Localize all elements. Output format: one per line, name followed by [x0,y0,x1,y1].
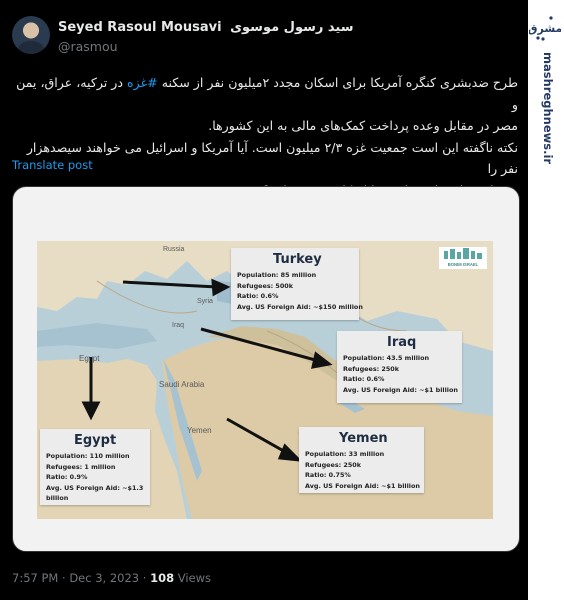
iraq-ratio: Ratio: 0.6% [343,375,385,383]
turkey-population: Population: 85 million [237,271,317,279]
meta-separator-2: · [142,571,147,585]
iraq-population: Population: 43.5 million [343,354,430,362]
post-date[interactable]: Dec 3, 2023 [69,571,139,585]
author-name-fa[interactable]: سید رسول موسوی [230,20,353,35]
author-handle[interactable]: @rasmou [58,39,118,54]
egypt-aid-cont: billion [46,494,69,502]
egypt-card: Egypt Population: 110 million Refugees: … [40,429,150,505]
watermark-sidebar: مشرق mashreghnews.ir [528,0,564,600]
avatar[interactable] [12,16,50,54]
yemen-title: Yemen [339,431,388,446]
map-label-syria: Syria [197,298,213,305]
tweet: Seyed Rasoul Mousavi سید رسول موسوی @ras… [0,0,528,600]
tweet-text: طرح ضدبشری کنگره آمریکا برای اسکان مجدد … [12,72,518,201]
iraq-card: Iraq Population: 43.5 million Refugees: … [337,331,462,403]
map-label-yemen: Yemen [187,426,212,435]
iraq-refugees: Refugees: 250k [343,364,400,373]
turkey-card: Turkey Population: 85 million Refugees: … [231,248,363,320]
egypt-aid: Avg. US Foreign Aid: ~$1.3 [46,483,144,492]
yemen-ratio: Ratio: 0.75% [305,471,351,479]
turkey-aid: Avg. US Foreign Aid: ~$150 million [237,302,363,311]
mashregh-url: mashreghnews.ir [541,52,555,165]
egypt-title: Egypt [74,433,117,448]
tweet-line-2: مصر در مقابل وعده پرداخت کمک‌های مالی به… [208,118,518,133]
post-time[interactable]: 7:57 PM [12,571,58,585]
author-name[interactable]: Seyed Rasoul Mousavi [58,20,222,35]
svg-text:BONIM ISRAEL: BONIM ISRAEL [448,262,479,267]
translate-post-link[interactable]: Translate post [12,158,93,172]
svg-text:مشرق: مشرق [529,22,561,35]
mashregh-logo: مشرق [529,16,561,41]
author-name-line[interactable]: Seyed Rasoul Mousavi سید رسول موسوی [58,20,354,35]
yemen-aid: Avg. US Foreign Aid: ~$1 billion [305,481,420,490]
egypt-refugees: Refugees: 1 million [46,462,116,471]
iraq-aid: Avg. US Foreign Aid: ~$1 billion [343,385,458,394]
post-image[interactable]: Russia Syria Iraq Egypt Saudi Arabia Yem… [12,186,520,552]
tweet-line-1: طرح ضدبشری کنگره آمریکا برای اسکان مجدد … [16,75,518,112]
egypt-ratio: Ratio: 0.9% [46,473,88,481]
turkey-title: Turkey [273,252,322,267]
map-label-iraq: Iraq [172,322,184,329]
meta-separator: · [62,571,66,585]
post-meta: 7:57 PM · Dec 3, 2023 · 108 Views [12,571,211,585]
map-label-russia: Russia [163,246,185,253]
iraq-title: Iraq [387,335,417,350]
views-count: 108 [150,571,175,585]
yemen-population: Population: 33 million [305,450,385,458]
turkey-ratio: Ratio: 0.6% [237,292,279,300]
map-label-saudi-arabia: Saudi Arabia [159,380,205,389]
views-label: Views [177,571,212,585]
yemen-refugees: Refugees: 250k [305,460,362,469]
egypt-population: Population: 110 million [46,452,130,460]
bonim-israel-logo: BONIM ISRAEL [439,247,487,269]
turkey-refugees: Refugees: 500k [237,281,294,290]
hashtag-link[interactable]: #غزه [127,75,158,90]
yemen-card: Yemen Population: 33 million Refugees: 2… [299,427,424,493]
